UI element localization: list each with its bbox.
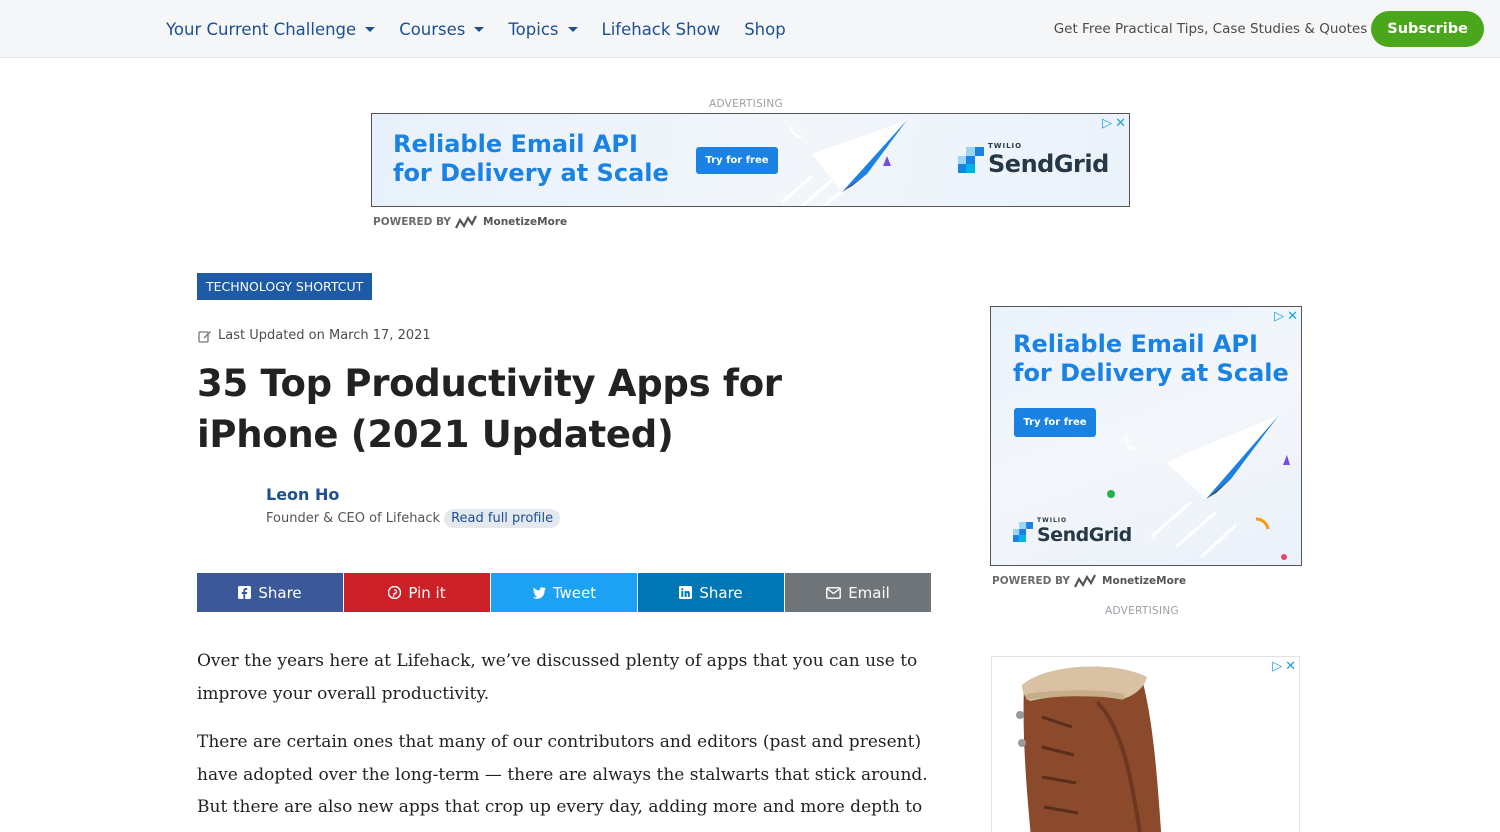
- share-label: Share: [699, 583, 743, 602]
- close-icon[interactable]: ✕: [1115, 116, 1126, 130]
- brand-name: SendGrid: [988, 150, 1109, 178]
- ad-try-free-button[interactable]: Try for free: [696, 147, 778, 174]
- article-title: 35 Top Productivity Apps for iPhone (202…: [197, 362, 782, 456]
- ad-info-icon[interactable]: ▷: [1272, 659, 1282, 673]
- subscribe-button[interactable]: Subscribe: [1371, 11, 1484, 47]
- top-navigation: Your Current Challenge Courses Topics Li…: [0, 0, 1500, 58]
- author-name[interactable]: Leon Ho: [266, 485, 339, 504]
- nav-item-label: Your Current Challenge: [166, 19, 357, 39]
- powered-by-side: POWERED BY MonetizeMore: [992, 574, 1186, 588]
- nav-item-label: Courses: [399, 19, 466, 39]
- ad-choices[interactable]: ▷ ✕: [1272, 659, 1296, 673]
- linkedin-share-button[interactable]: Share: [638, 573, 784, 612]
- share-label: Email: [848, 583, 890, 602]
- nav-tagline: Get Free Practical Tips, Case Studies & …: [1053, 21, 1368, 37]
- email-share-button[interactable]: Email: [785, 573, 931, 612]
- ad-info-icon[interactable]: ▷: [1274, 309, 1284, 323]
- ad-headline-line1: Reliable Email API: [393, 130, 638, 158]
- ad-headline-line2: for Delivery at Scale: [393, 158, 669, 187]
- ad-headline-line2: for Delivery at Scale: [1013, 358, 1289, 387]
- share-label: Share: [258, 583, 302, 602]
- facebook-icon: [238, 586, 252, 599]
- nav-item-shop[interactable]: Shop: [744, 20, 786, 39]
- nav-item-your-current-challenge[interactable]: Your Current Challenge: [166, 19, 376, 39]
- boot-product-ad[interactable]: ▷ ✕: [991, 656, 1300, 832]
- sendgrid-mark-icon: [1013, 521, 1033, 542]
- monetizemore-logo-icon: [1074, 574, 1097, 588]
- email-icon: [826, 586, 842, 599]
- close-icon[interactable]: ✕: [1287, 309, 1298, 323]
- nav-item-lifehack-show[interactable]: Lifehack Show: [602, 20, 721, 39]
- nav-item-topics[interactable]: Topics: [508, 19, 578, 39]
- powered-by-label: POWERED BY: [992, 575, 1071, 587]
- ad-choices[interactable]: ▷ ✕: [1274, 309, 1298, 323]
- sendgrid-logo: TWILIO SendGrid: [958, 142, 1109, 178]
- share-bar: Share Pin it Tweet Share Email: [197, 573, 931, 612]
- sendgrid-mark-icon: [958, 147, 984, 173]
- article-paragraph: Over the years here at Lifehack, we’ve d…: [197, 651, 918, 704]
- ad-headline: Reliable Email API for Delivery at Scale: [393, 130, 669, 188]
- nav-menu: Your Current Challenge Courses Topics Li…: [166, 0, 810, 58]
- pinterest-pin-button[interactable]: Pin it: [344, 573, 490, 612]
- powered-by-top: POWERED BY MonetizeMore: [373, 215, 567, 229]
- nav-item-label: Shop: [744, 19, 786, 39]
- chevron-down-icon: [567, 26, 578, 32]
- brand-prefix: TWILIO: [1037, 517, 1068, 524]
- last-updated: Last Updated on March 17, 2021: [198, 328, 431, 343]
- ad-try-free-button[interactable]: Try for free: [1014, 408, 1096, 437]
- share-label: Tweet: [552, 583, 597, 602]
- nav-subscribe-area: Get Free Practical Tips, Case Studies & …: [1054, 11, 1484, 47]
- article-paragraph: There are certain ones that many of our …: [197, 732, 928, 832]
- article-body: Over the years here at Lifehack, we’ve d…: [197, 645, 937, 832]
- linkedin-icon: [679, 586, 693, 599]
- powered-by-label: POWERED BY: [373, 216, 452, 228]
- boot-image: [1016, 666, 1162, 832]
- pinterest-icon: [388, 586, 402, 599]
- paper-plane-icon: [781, 120, 907, 206]
- ad-headline-line1: Reliable Email API: [1013, 330, 1258, 358]
- powered-by-name: MonetizeMore: [1102, 575, 1187, 587]
- edit-icon: [198, 330, 211, 343]
- ad-headline: Reliable Email API for Delivery at Scale: [1013, 330, 1289, 388]
- close-icon[interactable]: ✕: [1285, 659, 1296, 673]
- author-role-text: Founder & CEO of Lifehack: [266, 511, 441, 526]
- top-banner-ad[interactable]: Reliable Email API for Delivery at Scale…: [371, 113, 1130, 207]
- facebook-share-button[interactable]: Share: [197, 573, 343, 612]
- sidebar-ad[interactable]: Reliable Email API for Delivery at Scale…: [990, 306, 1302, 566]
- monetizemore-logo-icon: [455, 215, 478, 229]
- ad-label-side: ADVERTISING: [1105, 605, 1179, 617]
- read-full-profile-link[interactable]: Read full profile: [444, 509, 561, 528]
- brand-prefix: TWILIO: [988, 142, 1023, 150]
- twitter-tweet-button[interactable]: Tweet: [491, 573, 637, 612]
- chevron-down-icon: [474, 26, 485, 32]
- powered-by-name: MonetizeMore: [483, 216, 568, 228]
- nav-item-courses[interactable]: Courses: [399, 19, 485, 39]
- twitter-icon: [532, 586, 546, 599]
- last-updated-text: Last Updated on March 17, 2021: [218, 328, 431, 343]
- brand-name: SendGrid: [1037, 524, 1132, 546]
- ad-info-icon[interactable]: ▷: [1102, 116, 1112, 130]
- sendgrid-logo: TWILIO SendGrid: [1013, 517, 1132, 546]
- nav-item-label: Lifehack Show: [601, 19, 721, 39]
- ad-label-top: ADVERTISING: [709, 98, 783, 110]
- share-label: Pin it: [408, 583, 446, 602]
- ad-choices[interactable]: ▷ ✕: [1102, 116, 1126, 130]
- category-tag[interactable]: TECHNOLOGY SHORTCUT: [197, 273, 373, 300]
- chevron-down-icon: [365, 26, 376, 32]
- nav-item-label: Topics: [508, 19, 559, 39]
- author-role: Founder & CEO of Lifehack Read full prof…: [266, 509, 561, 528]
